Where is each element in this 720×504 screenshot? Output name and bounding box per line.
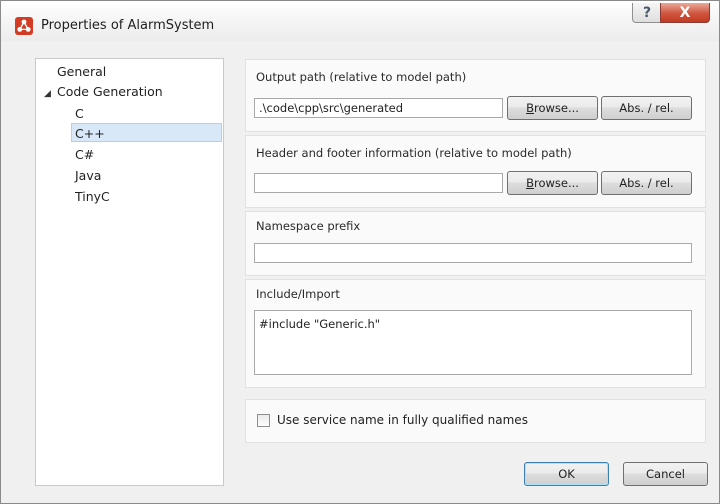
cancel-button[interactable]: Cancel (623, 462, 708, 486)
header-browse-button[interactable]: Browse... (507, 171, 598, 195)
app-logo-icon (15, 17, 33, 35)
output-browse-button[interactable]: Browse... (507, 96, 598, 120)
output-path-label: Output path (relative to model path) (256, 70, 467, 84)
ok-button[interactable]: OK (524, 462, 609, 486)
tree-item-java[interactable]: Java (75, 166, 101, 185)
output-abs-rel-button[interactable]: Abs. / rel. (601, 96, 692, 120)
properties-dialog: Properties of AlarmSystem ? X General ◢ … (0, 0, 720, 504)
tree-item-csharp[interactable]: C# (75, 145, 94, 164)
close-button[interactable]: X (660, 3, 710, 23)
namespace-label: Namespace prefix (256, 219, 361, 233)
output-path-input[interactable]: .\code\cpp\src\generated (254, 98, 503, 118)
close-icon: X (679, 4, 691, 21)
header-abs-rel-button[interactable]: Abs. / rel. (601, 171, 692, 195)
title-bar[interactable]: Properties of AlarmSystem ? X (1, 1, 719, 41)
tree-item-code-generation[interactable]: Code Generation (57, 82, 163, 101)
tree-item-c[interactable]: C (75, 104, 84, 123)
service-name-checkbox[interactable] (257, 414, 270, 427)
service-name-label[interactable]: Use service name in fully qualified name… (277, 413, 528, 427)
include-textarea[interactable]: #include "Generic.h" (254, 310, 692, 375)
help-button[interactable]: ? (632, 3, 662, 23)
namespace-input[interactable] (254, 243, 692, 263)
help-icon: ? (642, 4, 652, 21)
header-footer-input[interactable] (254, 173, 503, 193)
expander-icon[interactable]: ◢ (44, 89, 51, 99)
include-label: Include/Import (256, 287, 340, 301)
window-title: Properties of AlarmSystem (41, 18, 215, 33)
category-tree: General ◢ Code Generation C C++ C# Java … (35, 58, 224, 486)
header-footer-label: Header and footer information (relative … (256, 146, 572, 160)
tree-item-general[interactable]: General (57, 62, 106, 81)
tree-item-cpp[interactable]: C++ (71, 123, 222, 142)
tree-item-tinyc[interactable]: TinyC (75, 187, 110, 206)
